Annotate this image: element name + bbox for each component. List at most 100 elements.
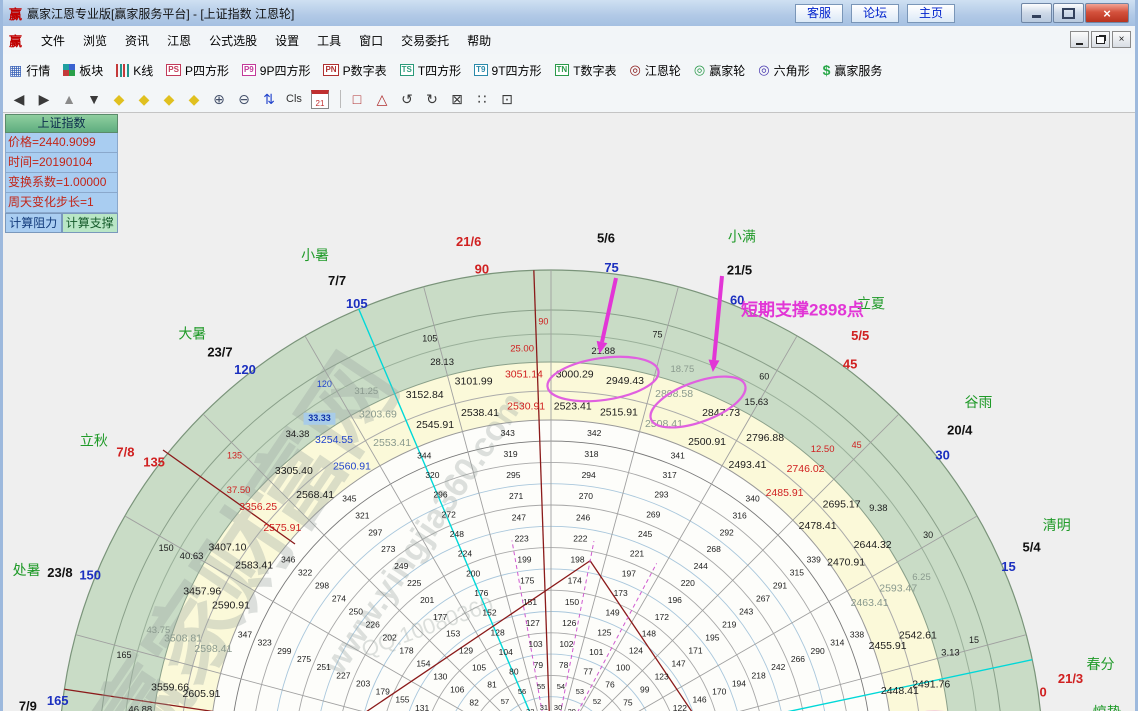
cls-button[interactable]: Cls (286, 93, 302, 105)
forward-arrow-icon[interactable]: ▶ (36, 91, 52, 108)
toolbar-button-行情[interactable]: ▦行情 (9, 62, 50, 79)
center-mark-icon[interactable]: ∷ (474, 91, 490, 108)
square-tool-icon[interactable]: □ (349, 91, 365, 107)
spiral-number: 314 (830, 638, 844, 648)
calc-button-计算阻力[interactable]: 计算阻力 (5, 213, 62, 233)
menu-item-江恩[interactable]: 江恩 (158, 29, 200, 52)
percent-ring-label: 31.25 (354, 386, 378, 397)
spiral-number: 340 (746, 493, 760, 503)
spiral-number: 243 (739, 606, 753, 616)
spiral-number: 172 (655, 612, 669, 622)
triangle-tool-icon[interactable]: △ (374, 91, 390, 108)
updown-icon[interactable]: ⇅ (261, 91, 277, 108)
toolbar-button-9P四方形[interactable]: P99P四方形 (242, 62, 310, 79)
maximize-button[interactable] (1053, 3, 1084, 23)
outer-degree-label: 30 (935, 447, 949, 462)
toolbar-button-P数字表[interactable]: PNP数字表 (323, 62, 386, 79)
hexagon-icon: ◎ (758, 62, 769, 78)
mdi-close-button[interactable]: × (1112, 31, 1131, 48)
outer-degree-label: 105 (346, 296, 368, 311)
diamond-right-icon[interactable]: ◆ (136, 91, 152, 108)
spiral-number: 32 (526, 707, 534, 711)
panel-value-row-1: 时间=20190104 (5, 153, 118, 173)
calendar-icon[interactable]: 21 (311, 90, 329, 109)
diamond-left-icon[interactable]: ◆ (111, 91, 127, 108)
diamond-up-icon[interactable]: ◆ (161, 91, 177, 108)
spiral-number: 101 (589, 647, 603, 657)
toolbar-label: 六角形 (774, 62, 810, 79)
toolbar-button-板块[interactable]: 板块 (63, 62, 103, 79)
degree-ring-label: 60 (759, 372, 769, 382)
quick-button-论坛[interactable]: 论坛 (851, 4, 899, 23)
back-arrow-icon[interactable]: ◀ (11, 91, 27, 108)
menu-item-资讯[interactable]: 资讯 (116, 29, 158, 52)
spiral-number: 317 (662, 470, 676, 480)
quick-button-主页[interactable]: 主页 (907, 4, 955, 23)
pointer-down-icon[interactable]: ▼ (86, 91, 102, 107)
price-ring-inner-label: 2560.91 (333, 461, 371, 473)
toolbar-label: P四方形 (185, 62, 229, 79)
spiral-number: 173 (614, 588, 628, 598)
spiral-number: 151 (523, 597, 537, 607)
toolbar-label: 赢家轮 (709, 62, 745, 79)
spiral-number: 296 (433, 490, 447, 500)
delete-box-icon[interactable]: ⊠ (449, 91, 465, 108)
mdi-restore-button[interactable] (1091, 31, 1110, 48)
menu-item-文件[interactable]: 文件 (32, 29, 74, 52)
toolbar-button-K线[interactable]: K线 (116, 62, 153, 79)
toolbar-button-江恩轮[interactable]: ◎江恩轮 (630, 62, 681, 79)
rotate-cw-icon[interactable]: ↻ (424, 91, 440, 108)
toolbar-button-T数字表[interactable]: TNT数字表 (555, 62, 617, 79)
menu-item-帮助[interactable]: 帮助 (458, 29, 500, 52)
spiral-number: 126 (562, 618, 576, 628)
winner-wheel-icon: ◎ (694, 62, 705, 78)
mdi-minimize-button[interactable] (1070, 31, 1089, 48)
drawing-toolbar: ◀ ▶ ▲ ▼ ◆ ◆ ◆ ◆ ⊕ ⊖ ⇅ Cls 21 □ △ ↺ ↻ ⊠ ∷ ⊡ (3, 86, 1135, 113)
spiral-number: 128 (491, 627, 505, 637)
diamond-down-icon[interactable]: ◆ (186, 91, 202, 108)
menu-item-设置[interactable]: 设置 (266, 29, 308, 52)
degree-ring-label: 150 (159, 543, 174, 553)
menu-item-公式选股[interactable]: 公式选股 (200, 29, 266, 52)
panel-value-row-0: 价格=2440.9099 (5, 133, 118, 153)
spiral-number: 104 (499, 647, 513, 657)
percent-ring-label: 34.38 (286, 429, 310, 440)
toolbar-button-六角形[interactable]: ◎ 六角形 (758, 62, 809, 79)
toolbar-button-赢家轮[interactable]: ◎赢家轮 (694, 62, 745, 79)
toolbar-button-9T四方形[interactable]: T99T四方形 (474, 62, 541, 79)
spiral-number: 226 (366, 619, 380, 629)
calc-button-计算支撑[interactable]: 计算支撑 (62, 213, 119, 233)
t-square-icon: TS (400, 64, 414, 76)
toolbar-button-赢家服务[interactable]: $赢家服务 (823, 62, 883, 79)
menu-item-窗口[interactable]: 窗口 (350, 29, 392, 52)
outer-degree-label: 135 (143, 454, 165, 469)
menu-item-交易委托[interactable]: 交易委托 (392, 29, 458, 52)
spiral-number: 322 (298, 568, 312, 578)
menu-item-工具[interactable]: 工具 (308, 29, 350, 52)
quick-button-客服[interactable]: 客服 (795, 4, 843, 23)
menu-item-浏览[interactable]: 浏览 (74, 29, 116, 52)
p9-square-icon: P9 (242, 64, 256, 76)
rotate-ccw-icon[interactable]: ↺ (399, 91, 415, 108)
spiral-number: 81 (487, 679, 497, 689)
spiral-number: 298 (315, 581, 329, 591)
screen-icon[interactable]: ⊡ (499, 91, 515, 108)
sectors-icon (63, 64, 75, 76)
minimize-button[interactable] (1021, 3, 1052, 23)
spiral-number: 342 (587, 428, 601, 438)
solar-term-label: 大暑 (178, 325, 206, 341)
zoom-in-icon[interactable]: ⊕ (211, 91, 227, 108)
solar-term-label: 惊蛰 (1093, 704, 1121, 711)
quotes-grid-icon: ▦ (9, 62, 22, 79)
spiral-number: 268 (707, 544, 721, 554)
close-button[interactable]: × (1085, 3, 1129, 23)
toolbar-button-P四方形[interactable]: PSP四方形 (166, 62, 229, 79)
spiral-number: 225 (407, 578, 421, 588)
price-ring-outer-label: 3203.69 (359, 409, 397, 421)
toolbar-button-T四方形[interactable]: TST四方形 (400, 62, 462, 79)
pointer-up-icon[interactable]: ▲ (61, 91, 77, 107)
solar-term-label: 小满 (728, 228, 756, 244)
zoom-out-icon[interactable]: ⊖ (236, 91, 252, 108)
calendar-date-label: 21/3 (1058, 671, 1083, 686)
spiral-number: 175 (520, 576, 534, 586)
